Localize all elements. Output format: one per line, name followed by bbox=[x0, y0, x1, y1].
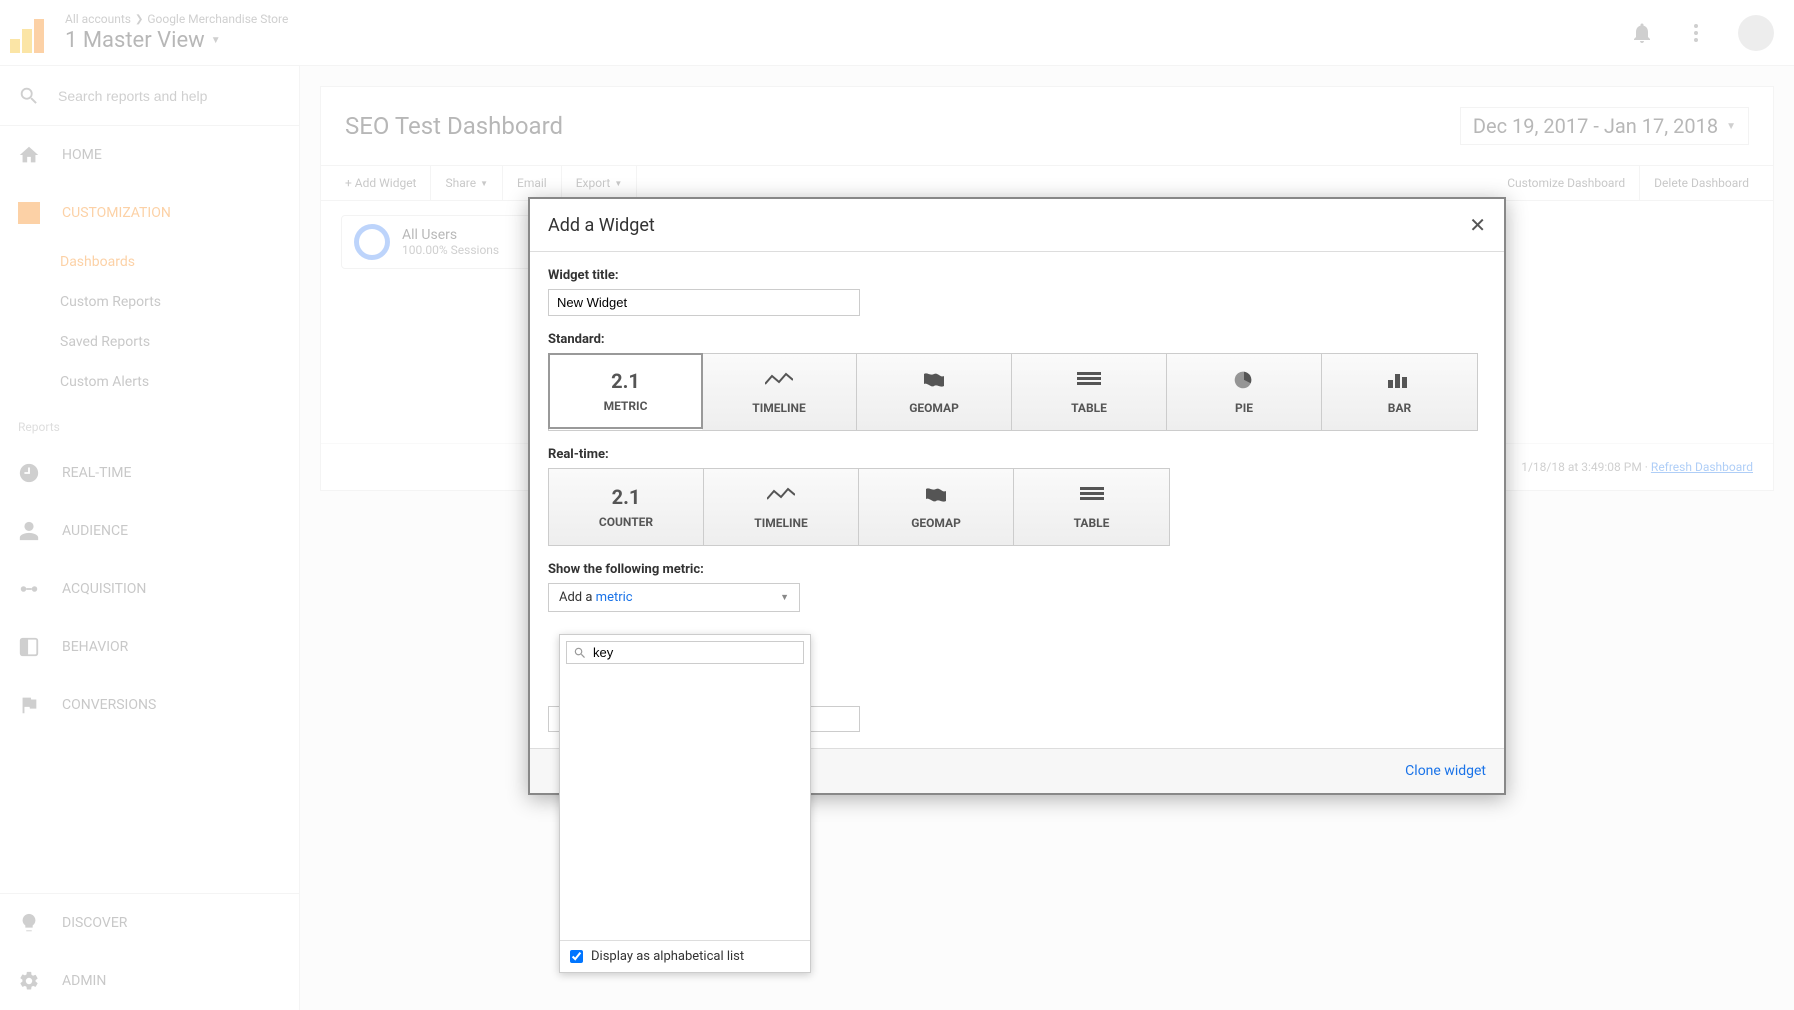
pie-icon bbox=[1230, 370, 1258, 395]
widget-title-label: Widget title: bbox=[548, 268, 1486, 283]
modal-title: Add a Widget bbox=[548, 215, 655, 236]
standard-label: Standard: bbox=[548, 332, 1486, 347]
clone-widget-link[interactable]: Clone widget bbox=[1405, 763, 1486, 779]
alpha-list-label: Display as alphabetical list bbox=[591, 949, 744, 964]
widget-type-rt-geomap[interactable]: GEOMAP bbox=[859, 469, 1014, 545]
counter-icon: 2.1 bbox=[612, 485, 641, 509]
widget-type-rt-table[interactable]: TABLE bbox=[1014, 469, 1169, 545]
close-icon[interactable]: ✕ bbox=[1469, 213, 1486, 237]
widget-type-timeline[interactable]: TIMELINE bbox=[702, 354, 857, 430]
alpha-list-checkbox[interactable] bbox=[570, 950, 583, 963]
timeline-icon bbox=[765, 370, 793, 395]
widget-type-bar[interactable]: BAR bbox=[1322, 354, 1477, 430]
metric-icon: 2.1 bbox=[611, 369, 640, 393]
table-icon bbox=[1078, 485, 1106, 510]
metric-search-input[interactable] bbox=[593, 645, 797, 660]
table-icon bbox=[1075, 370, 1103, 395]
widget-type-table[interactable]: TABLE bbox=[1012, 354, 1167, 430]
search-icon bbox=[573, 646, 587, 660]
widget-type-pie[interactable]: PIE bbox=[1167, 354, 1322, 430]
realtime-label: Real-time: bbox=[548, 447, 1486, 462]
metric-picker[interactable]: Add a metric ▼ bbox=[548, 583, 800, 612]
bar-icon bbox=[1386, 370, 1414, 395]
show-metric-label: Show the following metric: bbox=[548, 562, 1486, 577]
metric-results-list bbox=[560, 670, 810, 940]
realtime-widget-types: 2.1 COUNTER TIMELINE GEOMAP TABLE bbox=[548, 468, 1170, 546]
standard-widget-types: 2.1 METRIC TIMELINE GEOMAP TABLE PIE bbox=[548, 353, 1478, 431]
geomap-icon bbox=[922, 485, 950, 510]
widget-type-geomap[interactable]: GEOMAP bbox=[857, 354, 1012, 430]
widget-title-input[interactable] bbox=[548, 289, 860, 316]
widget-type-rt-timeline[interactable]: TIMELINE bbox=[704, 469, 859, 545]
widget-type-counter[interactable]: 2.1 COUNTER bbox=[549, 469, 704, 545]
metric-link: metric bbox=[596, 590, 633, 605]
geomap-icon bbox=[920, 370, 948, 395]
caret-down-icon: ▼ bbox=[780, 592, 789, 603]
metric-dropdown: Display as alphabetical list bbox=[559, 634, 811, 973]
timeline-icon bbox=[767, 485, 795, 510]
widget-type-metric[interactable]: 2.1 METRIC bbox=[548, 353, 703, 429]
